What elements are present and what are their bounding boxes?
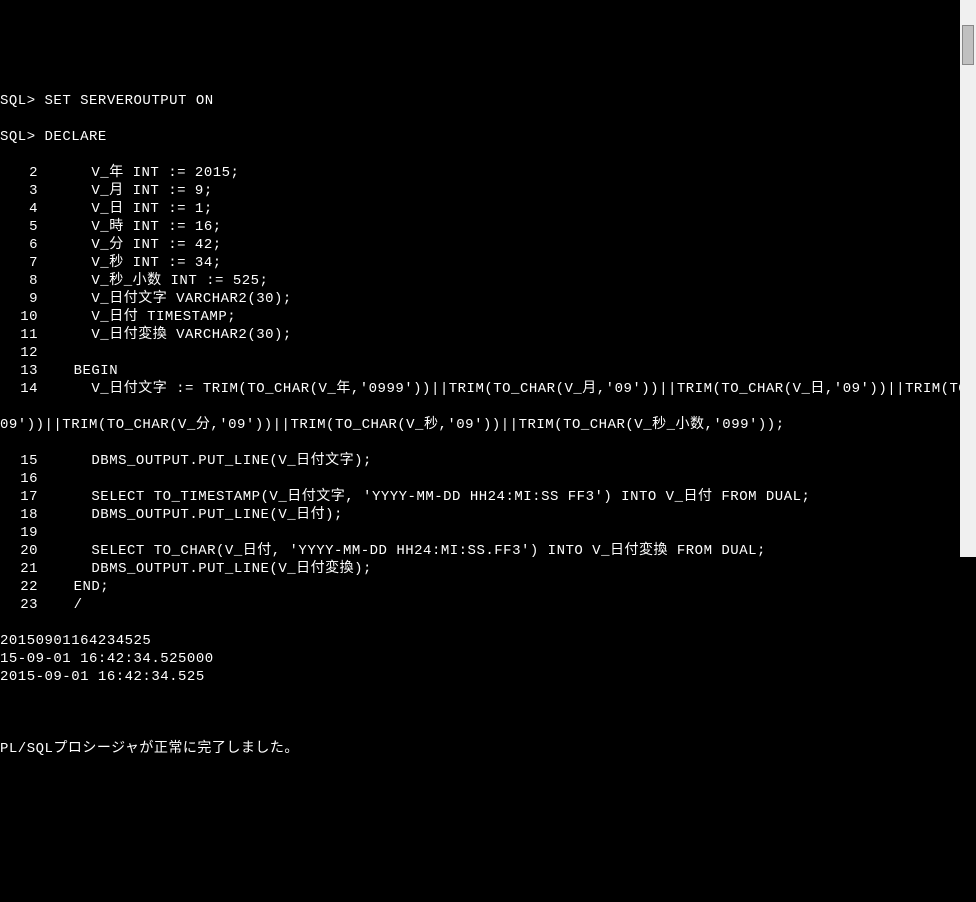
- line-number: 22: [0, 578, 38, 596]
- code-text: V_年 INT := 2015;: [38, 165, 239, 181]
- sql-command: DECLARE: [45, 129, 107, 145]
- sql-prompt: SQL>: [0, 129, 36, 145]
- output-line: 20150901164234525: [0, 632, 976, 650]
- code-line: 13 BEGIN: [0, 362, 976, 380]
- line-number: 17: [0, 488, 38, 506]
- code-line: 17 SELECT TO_TIMESTAMP(V_日付文字, 'YYYY-MM-…: [0, 488, 976, 506]
- code-text: V_日付変換 VARCHAR2(30);: [38, 327, 292, 343]
- output-line: 15-09-01 16:42:34.525000: [0, 650, 976, 668]
- blank-line: [0, 704, 976, 722]
- code-line: 21 DBMS_OUTPUT.PUT_LINE(V_日付変換);: [0, 560, 976, 578]
- code-line: 18 DBMS_OUTPUT.PUT_LINE(V_日付);: [0, 506, 976, 524]
- output-line: 2015-09-01 16:42:34.525: [0, 668, 976, 686]
- sql-prompt: SQL>: [0, 93, 36, 109]
- code-text: V_時 INT := 16;: [38, 219, 222, 235]
- code-line: 9 V_日付文字 VARCHAR2(30);: [0, 290, 976, 308]
- code-text: /: [38, 597, 83, 613]
- line-number: 20: [0, 542, 38, 560]
- code-line: 8 V_秒_小数 INT := 525;: [0, 272, 976, 290]
- line-number: 11: [0, 326, 38, 344]
- code-text: V_日付 TIMESTAMP;: [38, 309, 236, 325]
- line-number: 8: [0, 272, 38, 290]
- code-line: 11 V_日付変換 VARCHAR2(30);: [0, 326, 976, 344]
- sql-command: SET SERVEROUTPUT ON: [45, 93, 214, 109]
- code-text: BEGIN: [38, 363, 118, 379]
- code-text: DBMS_OUTPUT.PUT_LINE(V_日付文字);: [38, 453, 372, 469]
- code-text: [38, 525, 56, 541]
- sql-prompt-line: SQL> SET SERVEROUTPUT ON: [0, 92, 976, 110]
- code-line: 6 V_分 INT := 42;: [0, 236, 976, 254]
- code-line: 23 /: [0, 596, 976, 614]
- line-number: 9: [0, 290, 38, 308]
- code-text: V_日付文字 := TRIM(TO_CHAR(V_年,'0999'))||TRI…: [38, 381, 976, 397]
- line-number: 19: [0, 524, 38, 542]
- code-text: V_秒 INT := 34;: [38, 255, 222, 271]
- code-line: 19: [0, 524, 976, 542]
- code-line: 20 SELECT TO_CHAR(V_日付, 'YYYY-MM-DD HH24…: [0, 542, 976, 560]
- code-text: [38, 471, 56, 487]
- code-line: 14 V_日付文字 := TRIM(TO_CHAR(V_年,'0999'))||…: [0, 380, 976, 398]
- code-line: 5 V_時 INT := 16;: [0, 218, 976, 236]
- line-number: 7: [0, 254, 38, 272]
- code-text: DBMS_OUTPUT.PUT_LINE(V_日付);: [38, 507, 343, 523]
- code-line: 16: [0, 470, 976, 488]
- line-number: 23: [0, 596, 38, 614]
- code-line: 10 V_日付 TIMESTAMP;: [0, 308, 976, 326]
- completion-message: PL/SQLプロシージャが正常に完了しました。: [0, 740, 976, 758]
- code-wrap-line: 09'))||TRIM(TO_CHAR(V_分,'09'))||TRIM(TO_…: [0, 416, 976, 434]
- scrollbar-thumb[interactable]: [962, 25, 974, 65]
- code-line: 7 V_秒 INT := 34;: [0, 254, 976, 272]
- code-line: 15 DBMS_OUTPUT.PUT_LINE(V_日付文字);: [0, 452, 976, 470]
- code-line: 22 END;: [0, 578, 976, 596]
- code-text: V_分 INT := 42;: [38, 237, 222, 253]
- line-number: 12: [0, 344, 38, 362]
- code-line: 12: [0, 344, 976, 362]
- line-number: 21: [0, 560, 38, 578]
- code-line: 2 V_年 INT := 2015;: [0, 164, 976, 182]
- line-number: 4: [0, 200, 38, 218]
- terminal-output[interactable]: SQL> SET SERVEROUTPUT ON SQL> DECLARE 2 …: [0, 72, 976, 776]
- line-number: 2: [0, 164, 38, 182]
- line-number: 13: [0, 362, 38, 380]
- code-line: 4 V_日 INT := 1;: [0, 200, 976, 218]
- line-number: 3: [0, 182, 38, 200]
- line-number: 10: [0, 308, 38, 326]
- code-text: V_日付文字 VARCHAR2(30);: [38, 291, 292, 307]
- code-text: [38, 345, 56, 361]
- line-number: 14: [0, 380, 38, 398]
- code-text: END;: [38, 579, 109, 595]
- code-text: V_日 INT := 1;: [38, 201, 213, 217]
- line-number: 6: [0, 236, 38, 254]
- code-text: SELECT TO_TIMESTAMP(V_日付文字, 'YYYY-MM-DD …: [38, 489, 810, 505]
- line-number: 5: [0, 218, 38, 236]
- code-text: V_秒_小数 INT := 525;: [38, 273, 268, 289]
- vertical-scrollbar[interactable]: [960, 0, 976, 557]
- line-number: 15: [0, 452, 38, 470]
- code-text: V_月 INT := 9;: [38, 183, 213, 199]
- code-text: DBMS_OUTPUT.PUT_LINE(V_日付変換);: [38, 561, 372, 577]
- code-line: 3 V_月 INT := 9;: [0, 182, 976, 200]
- line-number: 16: [0, 470, 38, 488]
- sql-prompt-line: SQL> DECLARE: [0, 128, 976, 146]
- line-number: 18: [0, 506, 38, 524]
